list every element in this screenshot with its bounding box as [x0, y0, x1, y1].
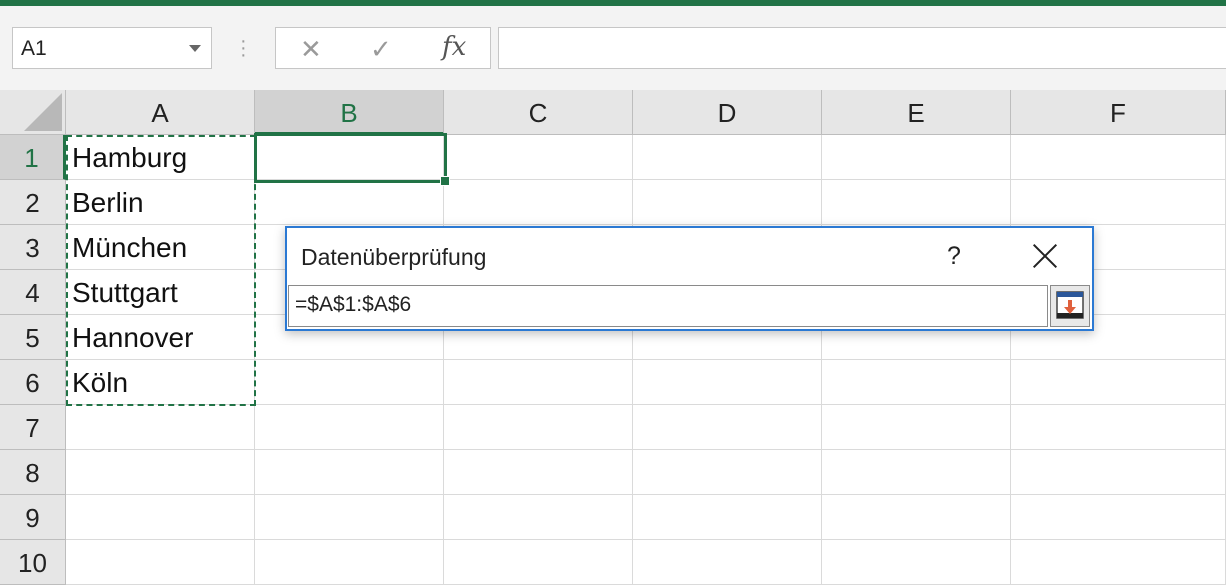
cell-f10[interactable] — [1011, 540, 1226, 585]
cell-c6[interactable] — [444, 360, 633, 405]
column-header-f[interactable]: F — [1011, 90, 1226, 135]
cell-c9[interactable] — [444, 495, 633, 540]
cell-c1[interactable] — [444, 135, 633, 180]
cell-b6[interactable] — [255, 360, 444, 405]
cell-c8[interactable] — [444, 450, 633, 495]
range-reference-value: =$A$1:$A$6 — [295, 293, 412, 316]
range-reference-input[interactable]: =$A$1:$A$6 — [288, 285, 1048, 327]
cell-c2[interactable] — [444, 180, 633, 225]
fill-handle[interactable] — [440, 176, 450, 186]
cell-e9[interactable] — [822, 495, 1011, 540]
x-icon[interactable]: ✕ — [300, 34, 322, 65]
collapse-dialog-icon — [1056, 291, 1084, 319]
cell-d2[interactable] — [633, 180, 822, 225]
row-header-2[interactable]: 2 — [0, 180, 66, 225]
cell-b9[interactable] — [255, 495, 444, 540]
column-header-e[interactable]: E — [822, 90, 1011, 135]
close-icon[interactable] — [1031, 242, 1059, 270]
cell-c7[interactable] — [444, 405, 633, 450]
cell-b2[interactable] — [255, 180, 444, 225]
row-header-8[interactable]: 8 — [0, 450, 66, 495]
cell-a10[interactable] — [66, 540, 255, 585]
cell-a5[interactable]: Hannover — [66, 315, 255, 360]
row-header-6[interactable]: 6 — [0, 360, 66, 405]
select-all-triangle-icon — [24, 93, 62, 131]
formula-input[interactable] — [498, 27, 1226, 69]
row-header-7[interactable]: 7 — [0, 405, 66, 450]
cell-c10[interactable] — [444, 540, 633, 585]
formula-buttons: ✕ ✓ fx — [275, 27, 491, 69]
column-header-d[interactable]: D — [633, 90, 822, 135]
column-header-a[interactable]: A — [66, 90, 255, 135]
select-all-button[interactable] — [0, 90, 66, 135]
column-header-c[interactable]: C — [444, 90, 633, 135]
cell-d8[interactable] — [633, 450, 822, 495]
cell-e10[interactable] — [822, 540, 1011, 585]
fx-icon[interactable]: fx — [442, 32, 466, 62]
cell-b8[interactable] — [255, 450, 444, 495]
dialog-title: Datenüberprüfung — [301, 244, 487, 270]
cell-d9[interactable] — [633, 495, 822, 540]
cell-e8[interactable] — [822, 450, 1011, 495]
cell-b1[interactable] — [255, 135, 444, 180]
name-box[interactable]: A1 — [12, 27, 212, 69]
cell-d7[interactable] — [633, 405, 822, 450]
cell-a6[interactable]: Köln — [66, 360, 255, 405]
drag-handle-icon[interactable]: · · · — [240, 31, 247, 65]
cell-f6[interactable] — [1011, 360, 1226, 405]
data-validation-dialog: Datenüberprüfung ? =$A$1:$A$6 — [285, 226, 1094, 331]
cell-b10[interactable] — [255, 540, 444, 585]
row-header-3[interactable]: 3 — [0, 225, 66, 270]
cell-f9[interactable] — [1011, 495, 1226, 540]
row-header-10[interactable]: 10 — [0, 540, 66, 585]
help-button[interactable]: ? — [947, 242, 961, 271]
cell-a7[interactable] — [66, 405, 255, 450]
cell-a3[interactable]: München — [66, 225, 255, 270]
row-header-4[interactable]: 4 — [0, 270, 66, 315]
cell-e6[interactable] — [822, 360, 1011, 405]
row-header-9[interactable]: 9 — [0, 495, 66, 540]
chevron-down-icon[interactable] — [189, 45, 201, 52]
name-box-value: A1 — [21, 37, 47, 60]
cell-e2[interactable] — [822, 180, 1011, 225]
cell-b7[interactable] — [255, 405, 444, 450]
cell-a1[interactable]: Hamburg — [66, 135, 255, 180]
row-header-1[interactable]: 1 — [0, 135, 66, 180]
cell-d10[interactable] — [633, 540, 822, 585]
row-header-5[interactable]: 5 — [0, 315, 66, 360]
cell-a8[interactable] — [66, 450, 255, 495]
expand-dialog-button[interactable] — [1050, 285, 1090, 327]
cell-f8[interactable] — [1011, 450, 1226, 495]
cell-f7[interactable] — [1011, 405, 1226, 450]
cell-e7[interactable] — [822, 405, 1011, 450]
cell-f1[interactable] — [1011, 135, 1226, 180]
cell-a9[interactable] — [66, 495, 255, 540]
check-icon[interactable]: ✓ — [370, 34, 392, 65]
cell-d6[interactable] — [633, 360, 822, 405]
cell-e1[interactable] — [822, 135, 1011, 180]
column-header-b[interactable]: B — [255, 90, 444, 135]
cell-a2[interactable]: Berlin — [66, 180, 255, 225]
cell-d1[interactable] — [633, 135, 822, 180]
formula-bar: A1 · · · ✕ ✓ fx — [0, 6, 1226, 90]
cell-a4[interactable]: Stuttgart — [66, 270, 255, 315]
cell-f2[interactable] — [1011, 180, 1226, 225]
